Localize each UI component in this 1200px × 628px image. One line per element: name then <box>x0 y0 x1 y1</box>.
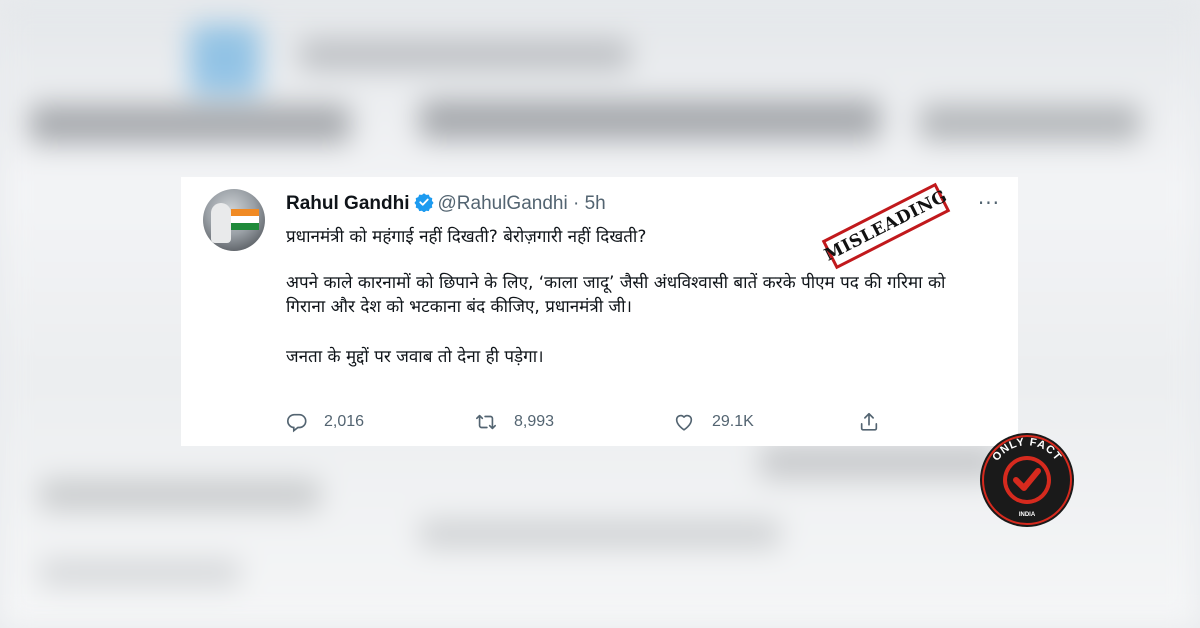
reply-button[interactable]: 2,016 <box>286 410 364 434</box>
verified-badge-icon <box>413 192 434 219</box>
reply-count: 2,016 <box>324 413 365 430</box>
reply-icon <box>287 413 307 433</box>
tweet-paragraph: जनता के मुद्दों पर जवाब तो देना ही पड़ेग… <box>286 347 544 367</box>
retweet-icon <box>476 414 496 430</box>
tweet-header: Rahul Gandhi @RahulGandhi · 5h <box>286 192 606 216</box>
tweet-paragraph: अपने काले कारनामों को छिपाने के लिए, ‘का… <box>286 273 946 317</box>
handle[interactable]: @RahulGandhi <box>438 193 568 214</box>
share-icon <box>860 412 878 431</box>
tweet-body: प्रधानमंत्री को महंगाई नहीं दिखती? बेरोज… <box>286 225 986 395</box>
only-fact-india-logo: ONLY FACT INDIA <box>979 432 1075 528</box>
like-count: 29.1K <box>712 413 754 430</box>
timestamp[interactable]: 5h <box>585 193 606 214</box>
retweet-button[interactable]: 8,993 <box>474 410 554 434</box>
retweet-count: 8,993 <box>514 413 555 430</box>
avatar[interactable] <box>203 189 265 251</box>
share-button[interactable] <box>858 410 896 434</box>
logo-bottom-text: INDIA <box>1019 512 1036 518</box>
display-name[interactable]: Rahul Gandhi <box>286 193 410 214</box>
separator: · <box>572 193 580 214</box>
more-options-icon[interactable]: ··· <box>978 193 1000 213</box>
like-button[interactable]: 29.1K <box>672 410 754 434</box>
heart-icon <box>675 414 693 431</box>
tweet-actions: 2,016 8,993 29.1K <box>286 410 976 434</box>
